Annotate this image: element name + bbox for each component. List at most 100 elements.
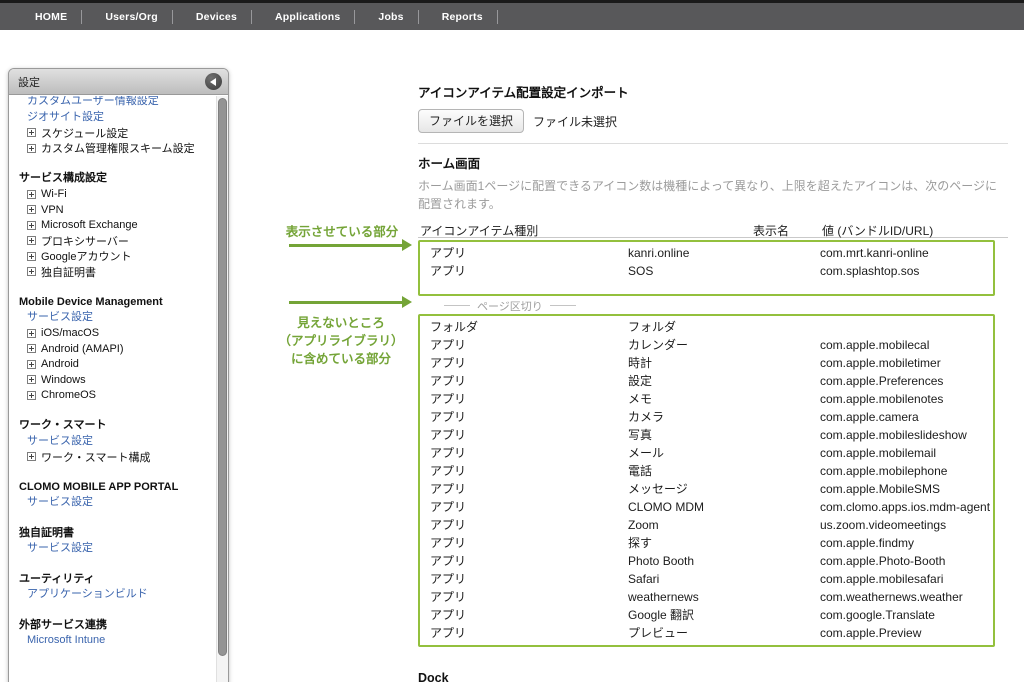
cell-type: アプリ	[420, 462, 628, 480]
sidebar-tree-item[interactable]: ワーク・スマート構成	[17, 449, 215, 465]
cell-type: アプリ	[420, 336, 628, 354]
table-row: アプリGoogle 翻訳com.google.Translate	[420, 606, 993, 624]
expand-plus-icon[interactable]	[27, 391, 36, 400]
expand-plus-icon[interactable]	[27, 252, 36, 261]
column-header-display-name: 表示名	[753, 222, 789, 239]
sidebar-link[interactable]: サービス設定	[17, 495, 215, 511]
cell-name: メール	[628, 444, 820, 462]
expand-plus-icon[interactable]	[27, 205, 36, 214]
scrollbar-thumb[interactable]	[218, 98, 227, 656]
cell-name: カレンダー	[628, 336, 820, 354]
cell-value: com.clomo.apps.ios.mdm-agent	[820, 498, 993, 516]
nav-item-applications[interactable]: Applications	[252, 10, 355, 24]
cell-value: com.apple.Preview	[820, 624, 993, 642]
expand-plus-icon[interactable]	[27, 329, 36, 338]
sidebar-tree-item[interactable]: Microsoft Exchange	[17, 218, 215, 234]
cell-name: Google 翻訳	[628, 606, 820, 624]
cell-value: com.apple.Preferences	[820, 372, 993, 390]
cell-value: com.apple.mobilesafari	[820, 570, 993, 588]
separator-dash-left	[444, 305, 470, 306]
sidebar-group-header: サービス構成設定	[17, 171, 215, 187]
annotation-visible-label: 表示させている部分	[276, 221, 408, 240]
page-separator-label: ページ区切り	[477, 298, 543, 314]
sidebar-tree-item[interactable]: VPN	[17, 202, 215, 218]
sidebar-tree-item[interactable]: Googleアカウント	[17, 249, 215, 265]
sidebar-group-header: 独自証明書	[17, 526, 215, 542]
cell-name: フォルダ	[628, 318, 820, 336]
cell-value: com.apple.mobilenotes	[820, 390, 993, 408]
cell-name: 設定	[628, 372, 820, 390]
cell-type: アプリ	[420, 624, 628, 642]
annotation-arrow-visible	[289, 244, 402, 247]
section-divider	[418, 143, 1008, 144]
separator-dash-right	[550, 305, 576, 306]
sidebar-group-header: ユーティリティ	[17, 572, 215, 588]
sidebar-tree-item[interactable]: カスタム管理権限スキーム設定	[17, 141, 215, 157]
nav-item-reports[interactable]: Reports	[419, 10, 498, 24]
sidebar-item-label: プロキシサーバー	[41, 233, 129, 249]
cell-name: SOS	[628, 262, 820, 280]
cell-type: アプリ	[420, 390, 628, 408]
sidebar-link[interactable]: カスタムユーザー情報設定	[17, 96, 215, 110]
sidebar-group-header: CLOMO MOBILE APP PORTAL	[17, 480, 215, 496]
sidebar-header: 設定	[9, 69, 228, 95]
annotation-hidden-line-1: 見えないところ	[268, 314, 414, 332]
sidebar-link[interactable]: サービス設定	[17, 310, 215, 326]
sidebar-tree-item[interactable]: スケジュール設定	[17, 125, 215, 141]
sidebar-scrollbar[interactable]	[216, 96, 228, 682]
nav-item-users-org[interactable]: Users/Org	[82, 10, 173, 24]
cell-name: weathernews	[628, 588, 820, 606]
table-row: アプリPhoto Boothcom.apple.Photo-Booth	[420, 552, 993, 570]
visible-area-highlight-box: アプリkanri.onlinecom.mrt.kanri-onlineアプリSO…	[418, 240, 995, 296]
cell-name: メモ	[628, 390, 820, 408]
file-select-button[interactable]: ファイルを選択	[418, 109, 524, 133]
table-row: アプリメールcom.apple.mobilemail	[420, 444, 993, 462]
table-row: アプリ電話com.apple.mobilephone	[420, 462, 993, 480]
sidebar-tree-item[interactable]: iOS/macOS	[17, 326, 215, 342]
expand-plus-icon[interactable]	[27, 267, 36, 276]
expand-plus-icon[interactable]	[27, 144, 36, 153]
sidebar-tree-item[interactable]: Android	[17, 357, 215, 373]
table-row: フォルダフォルダ	[420, 318, 993, 336]
sidebar-tree-item[interactable]: ChromeOS	[17, 388, 215, 404]
expand-plus-icon[interactable]	[27, 236, 36, 245]
table-row: アプリZoomus.zoom.videomeetings	[420, 516, 993, 534]
expand-plus-icon[interactable]	[27, 221, 36, 230]
expand-plus-icon[interactable]	[27, 360, 36, 369]
nav-item-home[interactable]: HOME	[12, 10, 82, 24]
import-section-title: アイコンアイテム配置設定インポート	[418, 78, 1008, 101]
cell-value: com.weathernews.weather	[820, 588, 993, 606]
expand-plus-icon[interactable]	[27, 128, 36, 137]
sidebar-link[interactable]: サービス設定	[17, 434, 215, 450]
nav-item-devices[interactable]: Devices	[173, 10, 252, 24]
sidebar-tree-item[interactable]: Android (AMAPI)	[17, 341, 215, 357]
cell-type: アプリ	[420, 606, 628, 624]
expand-plus-icon[interactable]	[27, 344, 36, 353]
cell-name: 写真	[628, 426, 820, 444]
cell-value: com.apple.mobilephone	[820, 462, 993, 480]
expand-plus-icon[interactable]	[27, 375, 36, 384]
cell-name: Safari	[628, 570, 820, 588]
sidebar-link[interactable]: アプリケーションビルド	[17, 587, 215, 603]
sidebar-tree-item[interactable]: 独自証明書	[17, 264, 215, 280]
expand-plus-icon[interactable]	[27, 190, 36, 199]
sidebar-item-label: Android (AMAPI)	[41, 343, 124, 355]
expand-plus-icon[interactable]	[27, 452, 36, 461]
sidebar-link[interactable]: ジオサイト設定	[17, 110, 215, 126]
annotation-hidden-line-2: （アプリライブラリ）	[268, 332, 414, 350]
nav-item-jobs[interactable]: Jobs	[355, 10, 418, 24]
sidebar-link[interactable]: Microsoft Intune	[17, 633, 215, 649]
sidebar-tree-item[interactable]: Windows	[17, 372, 215, 388]
cell-value: com.apple.findmy	[820, 534, 993, 552]
table-row: アプリ時計com.apple.mobiletimer	[420, 354, 993, 372]
sidebar-tree-item[interactable]: Wi-Fi	[17, 187, 215, 203]
table-row: アプリカメラcom.apple.camera	[420, 408, 993, 426]
cell-type: アプリ	[420, 262, 628, 280]
sidebar-collapse-button[interactable]	[205, 73, 222, 90]
sidebar-link[interactable]: サービス設定	[17, 541, 215, 557]
sidebar-tree-item[interactable]: プロキシサーバー	[17, 233, 215, 249]
dock-section-title: Dock	[418, 671, 1008, 682]
sidebar-item-label: ChromeOS	[41, 389, 96, 401]
annotation-arrow-hidden	[289, 301, 402, 304]
cell-value: com.mrt.kanri-online	[820, 244, 993, 262]
